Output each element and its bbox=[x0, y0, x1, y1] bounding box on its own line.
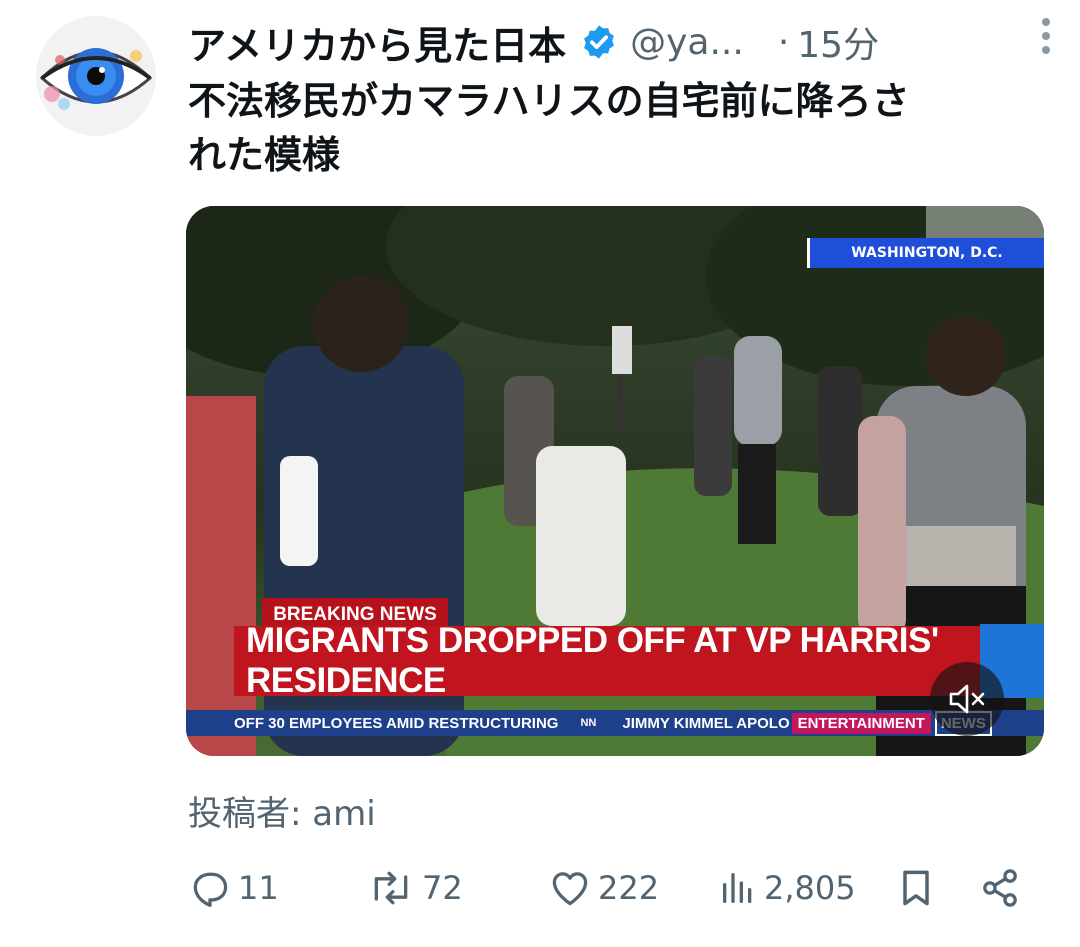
tweet-text-line: 不法移民がカマラハリスの自宅前に降ろさ bbox=[188, 79, 910, 123]
eye-avatar-image bbox=[36, 16, 156, 136]
reply-icon bbox=[193, 872, 228, 908]
more-vertical-icon[interactable] bbox=[1040, 10, 1052, 58]
unmute-button[interactable] bbox=[930, 662, 1004, 736]
timestamp[interactable]: 15分 bbox=[797, 16, 879, 68]
repost-count: 72 bbox=[422, 869, 463, 907]
tweet-text-line: れた模様 bbox=[188, 133, 341, 177]
separator-dot: · bbox=[777, 21, 790, 63]
tweet-header: アメリカから見た日本 @ya... · 15分 bbox=[188, 14, 1048, 70]
ticker-logo: NN bbox=[580, 717, 597, 729]
avatar[interactable] bbox=[36, 16, 156, 136]
news-ticker: OFF 30 EMPLOYEES AMID RESTRUCTURING NN J… bbox=[186, 710, 1044, 736]
location-tag: WASHINGTON, D.C. bbox=[807, 238, 1044, 268]
repost-button[interactable]: 72 bbox=[366, 860, 463, 916]
video-player[interactable]: WASHINGTON, D.C. BREAKING NEWS MIGRANTS … bbox=[186, 206, 1044, 756]
verified-badge-icon bbox=[584, 25, 614, 59]
ticker-text: JIMMY KIMMEL APOLO bbox=[622, 714, 790, 732]
reply-count: 11 bbox=[238, 869, 279, 907]
action-bar: 11 72 222 2,805 bbox=[188, 860, 1048, 916]
reply-button[interactable]: 11 bbox=[188, 860, 279, 916]
bookmark-button[interactable] bbox=[894, 860, 938, 916]
ticker-category-tag: ENTERTAINMENT bbox=[791, 712, 931, 734]
muted-speaker-icon bbox=[949, 684, 985, 714]
views-button[interactable]: 2,805 bbox=[718, 860, 856, 916]
like-count: 222 bbox=[598, 869, 660, 907]
news-headline: MIGRANTS DROPPED OFF AT VP HARRIS' RESID… bbox=[234, 621, 980, 700]
views-icon bbox=[723, 873, 752, 903]
heart-icon bbox=[552, 872, 588, 906]
share-button[interactable] bbox=[978, 860, 1022, 916]
like-button[interactable]: 222 bbox=[548, 860, 659, 916]
tweet-text: 不法移民がカマラハリスの自宅前に降ろさ れた模様 bbox=[188, 74, 1048, 182]
share-icon bbox=[983, 869, 1017, 907]
display-name[interactable]: アメリカから見た日本 bbox=[188, 15, 566, 70]
video-attribution: 投稿者: ami bbox=[188, 794, 376, 834]
view-count: 2,805 bbox=[764, 869, 856, 907]
repost-icon bbox=[374, 871, 408, 905]
ticker-text: OFF 30 EMPLOYEES AMID RESTRUCTURING bbox=[234, 714, 559, 732]
bookmark-icon bbox=[903, 870, 929, 906]
user-handle[interactable]: @ya... bbox=[630, 22, 744, 63]
